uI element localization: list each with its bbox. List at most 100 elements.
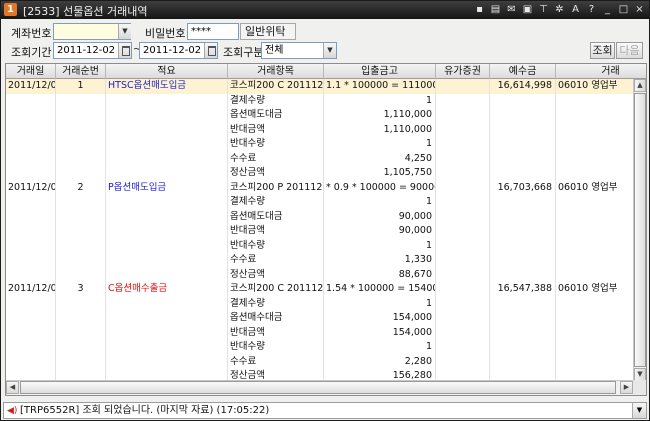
table-row[interactable]: 정산금액 88,670: [6, 267, 633, 283]
cell-amount: 1: [324, 137, 436, 152]
cell-date: [6, 122, 56, 137]
cell-seq: [56, 93, 106, 108]
hscroll-thumb[interactable]: [20, 381, 616, 394]
vertical-scrollbar[interactable]: ▲ ▼: [633, 79, 646, 381]
table-row[interactable]: 반대수량 1: [6, 340, 633, 355]
cell-deposit: [490, 137, 556, 152]
minimize-icon[interactable]: _: [602, 3, 613, 16]
mail-icon[interactable]: ✉: [506, 3, 517, 16]
column-header[interactable]: 예수금: [490, 64, 556, 79]
table-row[interactable]: 반대금액 90,000: [6, 224, 633, 239]
scroll-thumb[interactable]: [634, 93, 646, 367]
cell-deposit: [490, 151, 556, 166]
cell-sec: [436, 151, 490, 166]
cell-amount: 1.1 * 100000 = 1110000: [324, 79, 436, 94]
calendar-from-icon[interactable]: [118, 43, 131, 58]
account-dropdown-button[interactable]: ▼: [118, 24, 131, 39]
maximize-icon[interactable]: □: [618, 3, 629, 16]
table-row[interactable]: 정산금액 1,105,750: [6, 166, 633, 181]
cell-seq: [56, 195, 106, 210]
cell-item: 반대금액: [228, 325, 324, 340]
cell-desc: [106, 296, 228, 311]
cell-deposit: [490, 296, 556, 311]
cell-item: 반대수량: [228, 238, 324, 253]
table-row[interactable]: 수수료 1,330: [6, 253, 633, 268]
table-row[interactable]: 옵션매도대금 90,000: [6, 209, 633, 224]
column-header[interactable]: 거래: [556, 64, 646, 79]
account-label: 계좌번호: [11, 27, 52, 40]
scroll-left-icon[interactable]: ◀: [6, 381, 19, 394]
search-button[interactable]: 조회: [590, 42, 615, 59]
table-row[interactable]: 2011/12/022P옵션매도입금코스피200 P 201112* 0.9 *…: [6, 180, 633, 195]
cell-date: [6, 195, 56, 210]
chevron-down-icon[interactable]: ▼: [323, 43, 336, 58]
settings-icon[interactable]: ✲: [554, 3, 565, 16]
scroll-up-icon[interactable]: ▲: [634, 79, 646, 92]
cell-date: [6, 340, 56, 355]
speaker-icon: ◀): [7, 406, 18, 416]
window-icon[interactable]: ▣: [522, 3, 533, 16]
date-from-input[interactable]: 2011-12-02: [53, 42, 132, 59]
date-to-input[interactable]: 2011-12-02: [139, 42, 218, 59]
cell-amount: 154,000: [324, 325, 436, 340]
table-row[interactable]: 수수료 2,280: [6, 354, 633, 369]
table-row[interactable]: 반대수량 1: [6, 238, 633, 253]
cell-amount: 1: [324, 195, 436, 210]
status-message: [TRP6552R] 조회 되었습니다. (마지막 자료) (17:05:22): [20, 405, 270, 416]
status-dropdown-button[interactable]: ▼: [632, 403, 646, 418]
query-type-select[interactable]: 전체 ▼: [261, 42, 337, 59]
cell-item: 옵션매도대금: [228, 209, 324, 224]
close-icon[interactable]: ×: [634, 3, 645, 16]
cell-item: 반대금액: [228, 224, 324, 239]
cell-deposit: [490, 238, 556, 253]
table-row[interactable]: 결제수량 1: [6, 296, 633, 311]
table-row[interactable]: 2011/12/023C옵션매수출금코스피200 C 2011121.54 * …: [6, 282, 633, 297]
cell-amount: 1: [324, 296, 436, 311]
table-row[interactable]: 반대금액 1,110,000: [6, 122, 633, 137]
cell-trade: [556, 311, 633, 326]
pin-icon[interactable]: ⊤: [538, 3, 549, 16]
table-row[interactable]: 결제수량 1: [6, 195, 633, 210]
table-row[interactable]: 수수료 4,250: [6, 151, 633, 166]
horizontal-scrollbar[interactable]: ◀ ▶: [6, 380, 633, 395]
help-icon[interactable]: ?: [586, 3, 597, 16]
column-header[interactable]: 거래일: [6, 64, 56, 79]
cell-amount: 1: [324, 93, 436, 108]
cell-sec: [436, 325, 490, 340]
scroll-right-icon[interactable]: ▶: [620, 381, 633, 394]
cell-trade: 06010 영업부: [556, 282, 633, 297]
cell-date: [6, 296, 56, 311]
cell-item: 정산금액: [228, 166, 324, 181]
doc-icon[interactable]: ▤: [490, 3, 501, 16]
cell-date: [6, 325, 56, 340]
table-row[interactable]: 반대금액 154,000: [6, 325, 633, 340]
cell-sec: [436, 224, 490, 239]
column-header[interactable]: 거래순번: [56, 64, 106, 79]
column-header[interactable]: 입출금고: [324, 64, 436, 79]
lock-icon[interactable]: ▪: [474, 3, 485, 16]
column-header[interactable]: 거래항목: [228, 64, 324, 79]
password-input[interactable]: ****: [187, 23, 239, 40]
calendar-to-icon[interactable]: [204, 43, 217, 58]
cell-sec: [436, 137, 490, 152]
column-header[interactable]: 적요: [106, 64, 228, 79]
cell-desc: [106, 108, 228, 123]
next-button[interactable]: 다음: [616, 42, 643, 59]
table-row[interactable]: 2011/12/021HTSC옵션매도입금코스피200 C 2011121.1 …: [6, 79, 633, 94]
table-row[interactable]: 반대수량 1: [6, 137, 633, 152]
cell-item: 수수료: [228, 354, 324, 369]
cell-amount: 154,000: [324, 311, 436, 326]
table-row[interactable]: 옵션매도대금 1,110,000: [6, 108, 633, 123]
table-row[interactable]: 옵션매수대금 154,000: [6, 311, 633, 326]
cell-trade: [556, 268, 633, 283]
font-icon[interactable]: A: [570, 3, 581, 16]
cell-seq: [56, 354, 106, 369]
table-row[interactable]: 결제수량 1: [6, 93, 633, 108]
cell-deposit: 16,547,388: [490, 282, 556, 297]
cell-amount: 1,110,000: [324, 122, 436, 137]
cell-seq: 2: [56, 180, 106, 195]
cell-date: [6, 311, 56, 326]
column-header[interactable]: 유가증권: [436, 64, 490, 79]
cell-desc: [106, 209, 228, 224]
cell-item: 옵션매수대금: [228, 311, 324, 326]
